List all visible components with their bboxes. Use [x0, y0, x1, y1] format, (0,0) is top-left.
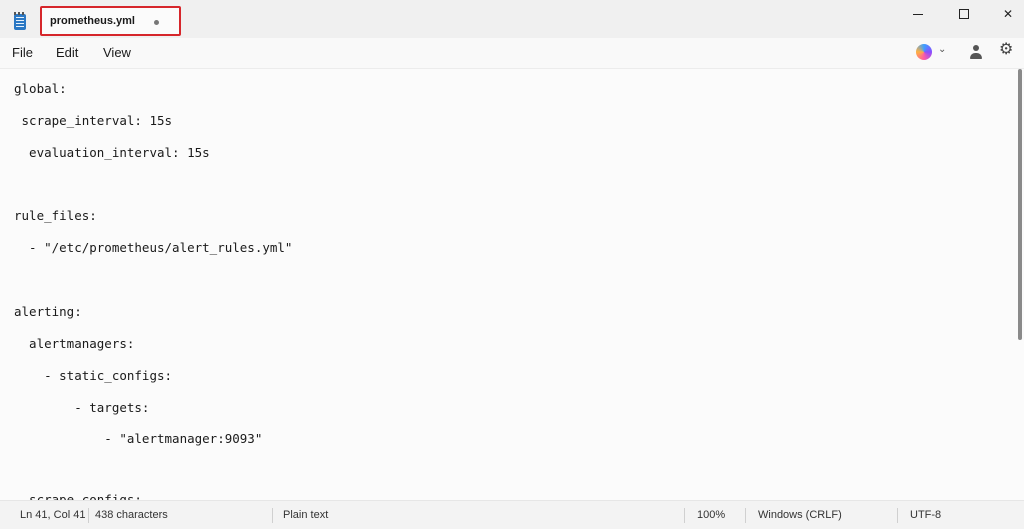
- vertical-scrollbar[interactable]: [1018, 69, 1022, 340]
- menu-edit[interactable]: Edit: [56, 45, 78, 60]
- gear-icon[interactable]: ⚙: [999, 42, 1013, 58]
- zoom-level[interactable]: 100%: [697, 509, 725, 521]
- account-icon[interactable]: [970, 45, 982, 59]
- minimize-button[interactable]: [896, 0, 940, 28]
- chevron-down-icon[interactable]: ⌄: [938, 44, 946, 55]
- title-bar: prometheus.yml ✕: [0, 0, 1024, 38]
- language-mode[interactable]: Plain text: [283, 509, 328, 521]
- notepad-window: prometheus.yml ✕ File Edit View ⌄ ⚙ glob…: [0, 0, 1024, 529]
- text-editor[interactable]: global: scrape_interval: 15s evaluation_…: [0, 69, 1016, 500]
- tab-title: prometheus.yml: [50, 15, 135, 27]
- notepad-icon: [14, 12, 26, 30]
- status-divider: [897, 508, 898, 523]
- code-line: scrape_interval: 15s: [14, 113, 173, 128]
- menu-view[interactable]: View: [103, 45, 131, 60]
- code-line: scrape_configs:: [14, 492, 142, 500]
- status-bar: Ln 41, Col 41 438 characters Plain text …: [0, 500, 1024, 529]
- line-ending[interactable]: Windows (CRLF): [758, 509, 842, 521]
- encoding[interactable]: UTF-8: [910, 509, 941, 521]
- minimize-icon: [913, 13, 923, 15]
- code-line: - targets:: [14, 400, 150, 415]
- copilot-icon[interactable]: [916, 44, 932, 60]
- code-line: alertmanagers:: [14, 336, 135, 351]
- maximize-button[interactable]: [942, 0, 986, 28]
- status-divider: [272, 508, 273, 523]
- code-line: alerting:: [14, 304, 82, 319]
- close-button[interactable]: ✕: [986, 0, 1024, 28]
- close-icon: ✕: [1002, 7, 1014, 21]
- code-line: rule_files:: [14, 208, 97, 223]
- tab-prometheus-yml[interactable]: prometheus.yml: [40, 6, 181, 36]
- status-divider: [745, 508, 746, 523]
- status-divider: [88, 508, 89, 523]
- character-count: 438 characters: [95, 509, 168, 521]
- menu-bar: File Edit View: [0, 38, 1024, 69]
- code-line: - static_configs:: [14, 368, 173, 383]
- code-line: - "alertmanager:9093": [14, 431, 263, 446]
- code-line: global:: [14, 81, 67, 96]
- menu-file[interactable]: File: [12, 45, 33, 60]
- cursor-position[interactable]: Ln 41, Col 41: [20, 509, 85, 521]
- code-line: evaluation_interval: 15s: [14, 145, 210, 160]
- code-line: - "/etc/prometheus/alert_rules.yml": [14, 240, 293, 255]
- status-divider: [684, 508, 685, 523]
- maximize-icon: [959, 9, 969, 19]
- unsaved-dot-icon[interactable]: [154, 20, 159, 25]
